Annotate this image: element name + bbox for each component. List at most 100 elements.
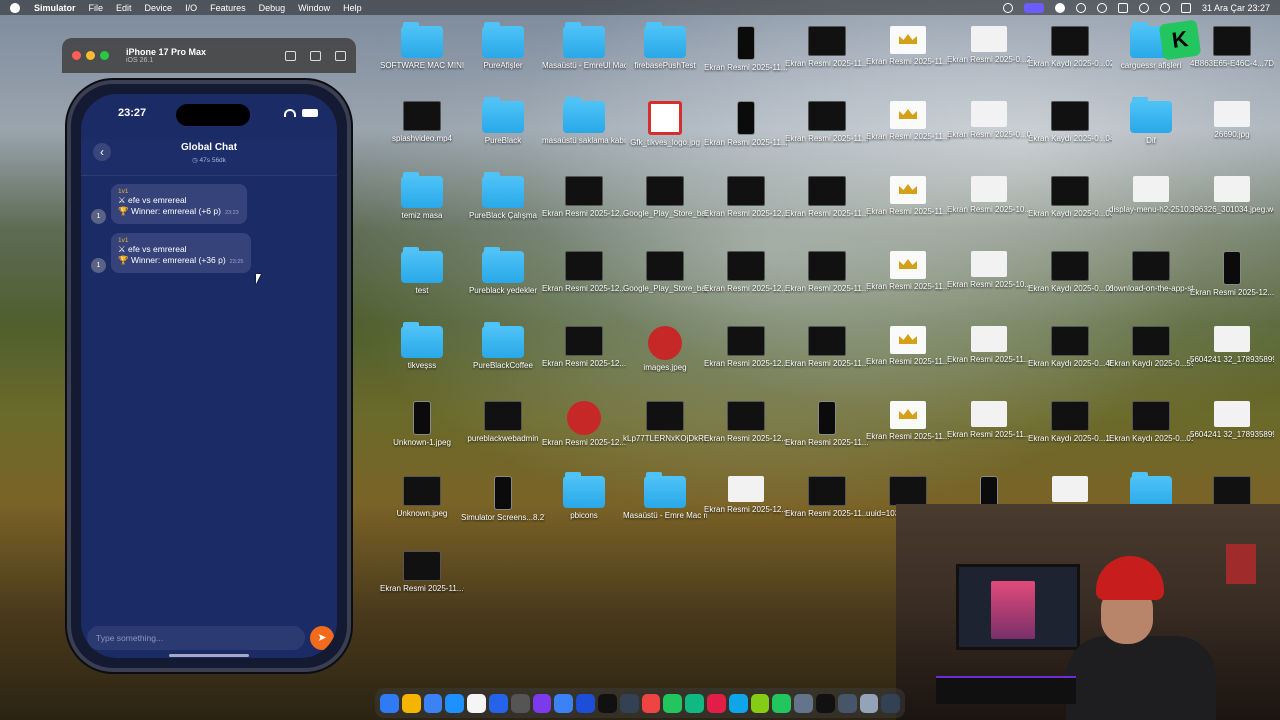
desktop-icon[interactable]: Ekran Kaydı 2025-0...01.44 <box>1109 401 1193 444</box>
message-bubble[interactable]: 1v1 ⚔ efe vs emrereal 🏆 Winner: emrereal… <box>111 184 247 224</box>
desktop-icon[interactable]: Ekran Resmi 2025-11...23.39.42 <box>947 401 1031 440</box>
desktop-icon[interactable]: Ekran Resmi 2025-11...22.23.03 <box>947 326 1031 365</box>
dock-app-icon[interactable] <box>881 693 901 713</box>
desktop-icon[interactable]: Ekran Resmi 2025-12...06.19.44 <box>704 476 788 515</box>
desktop-icon[interactable]: Ekran Resmi 2025-11...05.47.41 <box>785 476 869 519</box>
desktop-icon[interactable]: images.jpeg <box>625 326 705 373</box>
desktop-icon[interactable]: Ekran Kaydı 2025-0...04.59 <box>1028 101 1112 144</box>
apple-menu-icon[interactable] <box>10 2 20 13</box>
avatar[interactable]: 1 <box>91 258 106 273</box>
desktop-icon[interactable]: Dif <box>1111 97 1191 146</box>
desktop-icon[interactable]: Simulator Screens...8.27.png <box>461 476 545 523</box>
desktop-icon[interactable]: 4B863E65-E46C-4...7D61.png <box>1190 26 1274 69</box>
desktop-icon[interactable]: Ekran Resmi 2025-11...00.13.46 <box>866 251 950 292</box>
message-bubble[interactable]: 1v1 ⚔ efe vs emrereal 🏆 Winner: emrereal… <box>111 233 252 273</box>
dock-app-icon[interactable] <box>445 693 465 713</box>
dock-app-icon[interactable] <box>728 693 748 713</box>
desktop-icon[interactable]: Ekran Resmi 2025-11...47.02 (2) <box>785 176 869 219</box>
record-icon[interactable] <box>1054 2 1065 13</box>
desktop-icon[interactable]: Ekran Resmi 2025-12...21.41 (3) <box>542 326 626 369</box>
desktop-icon[interactable]: Ekran Resmi 2025-10...01.06.05 <box>947 251 1031 290</box>
dock-app-icon[interactable] <box>685 693 704 713</box>
desktop-icon[interactable]: Ekran Resmi 2025-11...00.13.29 <box>866 26 950 67</box>
desktop-icon[interactable]: Ekran Resmi 2025-12...22.03.51 <box>542 401 626 448</box>
desktop-icon[interactable]: temiz masa <box>382 172 462 221</box>
desktop-icon[interactable]: Ekran Resmi 2025-11...08.23.27 <box>380 551 464 594</box>
desktop-icon[interactable]: PureAfişler <box>463 22 543 71</box>
desktop-icon[interactable]: Ekran Resmi 2025-10...3.22.32 <box>947 176 1031 215</box>
desktop-icon[interactable]: Unknown-1.jpeg <box>382 401 462 448</box>
desktop-icon[interactable]: Ekran Resmi 2025-11...00.13.40 <box>866 176 950 217</box>
status-tray-icon[interactable] <box>1002 2 1013 13</box>
desktop-icon[interactable]: display-menu-h2-2510...1152.jpg <box>1109 176 1193 215</box>
dock-app-icon[interactable] <box>772 693 792 713</box>
desktop-icon[interactable]: Ekran Resmi 2025-0...20.07.09 <box>947 26 1031 65</box>
desktop-icon[interactable]: SOFTWARE MAC MINI <box>380 22 464 71</box>
desktop-icon[interactable]: 5604241 32_17893589952...5_n-1.jpg <box>1190 326 1274 365</box>
close-window-button[interactable] <box>72 51 81 60</box>
desktop-icon[interactable]: Ekran Resmi 2025-11...23.19.21 <box>704 101 788 148</box>
menu-file[interactable]: File <box>89 3 104 13</box>
desktop-icon[interactable]: pureblackwebadmin <box>463 401 543 444</box>
desktop-icon[interactable]: Ekran Resmi 2025-11...01.29.41 <box>785 326 869 369</box>
desktop-icon[interactable]: Ekran Kaydı 2025-0...1.11.25 <box>1028 401 1112 444</box>
desktop-icon[interactable]: Masaüstü - EmreUl MacBook Air <box>542 22 626 71</box>
desktop-icon[interactable]: Ekran Kaydı 2025-0...09.51 <box>1028 251 1112 294</box>
dock-app-icon[interactable] <box>423 693 443 713</box>
desktop-icon[interactable]: test <box>382 247 462 296</box>
screenshot-icon[interactable] <box>310 50 321 61</box>
volume-icon[interactable] <box>1117 2 1128 13</box>
dock-app-icon[interactable] <box>859 693 879 713</box>
desktop-icon[interactable]: PureBlack Çalışma <box>463 172 543 221</box>
simulator-title-bar[interactable]: iPhone 17 Pro Max iOS 26.1 <box>62 38 356 73</box>
dock-app-icon[interactable] <box>380 693 399 713</box>
menu-io[interactable]: I/O <box>185 3 197 13</box>
dock-app-icon[interactable] <box>794 693 813 713</box>
desktop-icon[interactable]: masaüstü saklama kabı <box>542 97 626 146</box>
dock-app-icon[interactable] <box>750 693 770 713</box>
desktop-icon[interactable]: Ekran Resmi 2025-0...02.11 <box>947 101 1031 140</box>
desktop-icon[interactable]: kLp77TLERNxKOjDkR0G6d....jpg.avif <box>623 401 707 444</box>
dock-app-icon[interactable] <box>619 693 639 713</box>
dock-app-icon[interactable] <box>837 693 857 713</box>
desktop-icon[interactable]: PureBlack <box>463 97 543 146</box>
dock-app-icon[interactable] <box>706 693 726 713</box>
k-widget[interactable]: K <box>1158 19 1202 61</box>
screen-mirror-icon[interactable] <box>1023 2 1044 13</box>
desktop-icon[interactable]: PureBlackCoffee <box>463 322 543 371</box>
desktop-icon[interactable]: tikveşss <box>382 322 462 371</box>
desktop-icon[interactable]: Google_Play_Store_badge_....svg.png <box>623 251 707 294</box>
desktop-icon[interactable]: download-on-the-app-store.svg <box>1109 251 1193 294</box>
message-input[interactable]: Type something... <box>87 626 305 650</box>
dock-app-icon[interactable] <box>554 693 574 713</box>
dock-app-icon[interactable] <box>467 693 486 713</box>
menu-features[interactable]: Features <box>210 3 246 13</box>
desktop-icon[interactable]: Ekran Resmi 2025-12...06.15.57 <box>704 401 788 444</box>
dock-app-icon[interactable] <box>510 693 530 713</box>
desktop-icon[interactable]: Ekran Resmi 2025-11...04.33.40 <box>785 401 869 448</box>
desktop-icon[interactable]: Pureblack yedekler <box>463 247 543 296</box>
dock-app-icon[interactable] <box>663 693 683 713</box>
desktop-icon[interactable]: Ekran Resmi 2025-12...15.24.30 <box>1190 251 1274 298</box>
menu-device[interactable]: Device <box>145 3 173 13</box>
desktop-icon[interactable]: Unknown.jpeg <box>382 476 462 519</box>
desktop-icon[interactable]: Ekran Resmi 2025-11...47.02 (3) <box>785 251 869 294</box>
menu-debug[interactable]: Debug <box>259 3 286 13</box>
zoom-window-button[interactable] <box>100 51 109 60</box>
desktop-icon[interactable]: Ekran Resmi 2025-12...07.41.40 <box>704 326 788 369</box>
dock-app-icon[interactable] <box>488 693 508 713</box>
send-button[interactable]: ➤ <box>310 626 334 650</box>
desktop-icon[interactable]: 5604241 32_17893589952...65_n.jpg <box>1190 401 1274 440</box>
menu-edit[interactable]: Edit <box>116 3 132 13</box>
rotate-icon[interactable] <box>335 50 346 61</box>
desktop-icon[interactable]: 26690.jpg <box>1192 101 1272 140</box>
menu-clock[interactable]: 31 Ara Çar 23:27 <box>1202 3 1270 13</box>
dock-app-icon[interactable] <box>815 693 835 713</box>
desktop-icon[interactable]: Ekran Resmi 2025-12...07.41.20 <box>704 251 788 294</box>
dock-app-icon[interactable] <box>532 693 552 713</box>
home-indicator[interactable] <box>169 654 249 657</box>
desktop-icon[interactable]: firebasePushTest <box>625 22 705 71</box>
desktop-icon[interactable]: 396326_301034.jpeg.webp <box>1190 176 1274 215</box>
desktop-icon[interactable]: Gfk_tikves_logo.jpg <box>625 101 705 148</box>
menu-window[interactable]: Window <box>298 3 330 13</box>
